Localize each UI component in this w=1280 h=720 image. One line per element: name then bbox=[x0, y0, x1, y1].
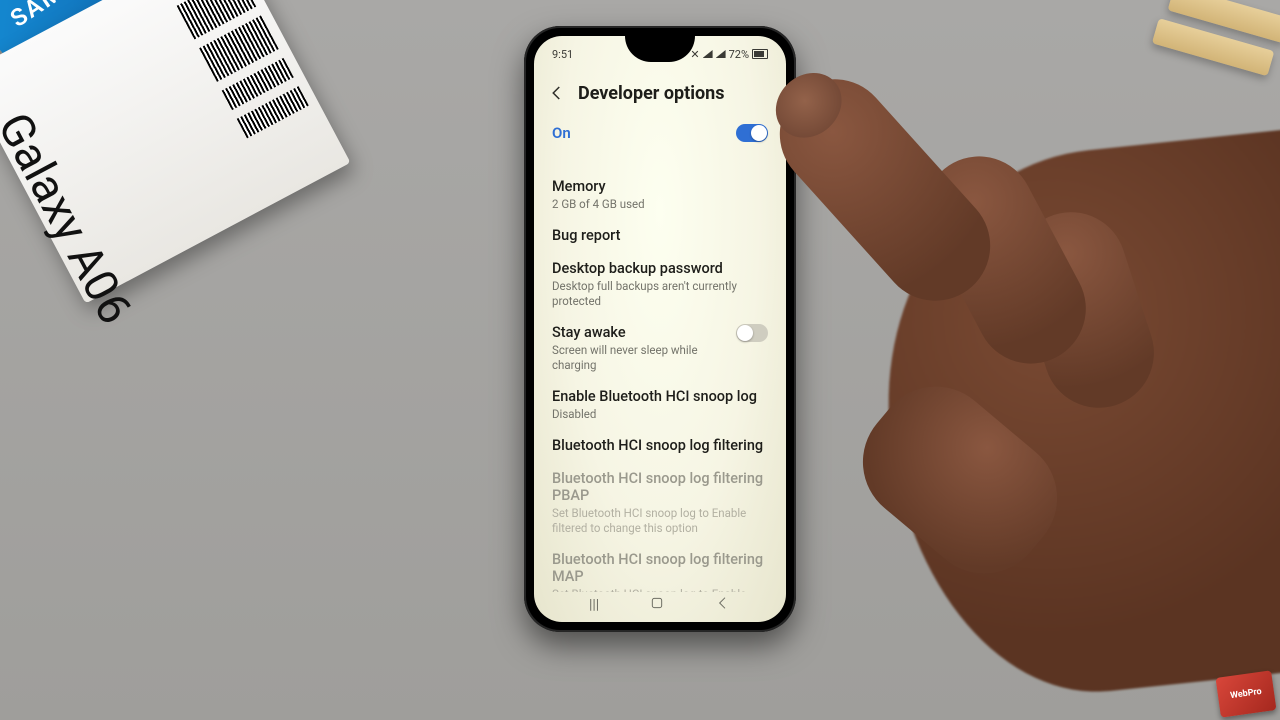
recent-apps-button[interactable]: ||| bbox=[589, 597, 599, 613]
channel-watermark: WebPro bbox=[1215, 670, 1276, 717]
chevron-left-icon bbox=[548, 84, 566, 102]
battery-text: 72% bbox=[729, 48, 749, 61]
nav-back-button[interactable] bbox=[715, 595, 731, 615]
bt-snoop-filter-row[interactable]: Bluetooth HCI snoop log filtering bbox=[534, 429, 786, 462]
phone-frame: 9:51 ✕ 72% Developer options On bbox=[524, 26, 796, 632]
bug-report-row[interactable]: Bug report bbox=[534, 219, 786, 252]
square-icon bbox=[649, 595, 665, 611]
clock-text: 9:51 bbox=[552, 48, 573, 61]
master-toggle[interactable] bbox=[736, 124, 768, 142]
box-model-text: Galaxy A06 bbox=[0, 104, 142, 333]
row-label: Bluetooth HCI snoop log filtering PBAP bbox=[552, 470, 768, 504]
master-toggle-label: On bbox=[552, 124, 571, 142]
phone-screen[interactable]: 9:51 ✕ 72% Developer options On bbox=[534, 36, 786, 622]
bt-snoop-map-row: Bluetooth HCI snoop log filtering MAP Se… bbox=[534, 543, 786, 592]
row-label: Enable Bluetooth HCI snoop log bbox=[552, 388, 768, 405]
photo-scene: SAMSUNG Galaxy A06 9:51 ✕ 72% bbox=[0, 0, 1280, 720]
wifi-icon bbox=[703, 50, 713, 58]
battery-icon bbox=[752, 49, 768, 59]
row-label: Bluetooth HCI snoop log filtering bbox=[552, 437, 768, 454]
finger bbox=[1002, 198, 1168, 422]
wooden-clamp-prop bbox=[1138, 0, 1280, 117]
bt-snoop-row[interactable]: Enable Bluetooth HCI snoop log Disabled bbox=[534, 380, 786, 429]
palm bbox=[863, 129, 1280, 711]
home-button[interactable] bbox=[649, 595, 665, 615]
mute-icon: ✕ bbox=[690, 48, 699, 61]
section-gap bbox=[534, 156, 786, 170]
page-title: Developer options bbox=[578, 83, 725, 104]
status-icons: ✕ 72% bbox=[690, 48, 768, 61]
row-sub: Disabled bbox=[552, 407, 768, 421]
box-side: SAMSUNG Galaxy A06 bbox=[0, 0, 351, 303]
product-box: SAMSUNG Galaxy A06 bbox=[0, 0, 405, 358]
row-sub: 2 GB of 4 GB used bbox=[552, 197, 768, 211]
bt-snoop-pbap-row: Bluetooth HCI snoop log filtering PBAP S… bbox=[534, 462, 786, 543]
row-label: Bug report bbox=[552, 227, 768, 244]
toggle-knob bbox=[751, 125, 767, 141]
thumb bbox=[838, 362, 1081, 598]
signal-icon bbox=[716, 50, 726, 58]
app-header: Developer options bbox=[534, 72, 786, 114]
row-label: Bluetooth HCI snoop log filtering MAP bbox=[552, 551, 768, 585]
back-button[interactable] bbox=[548, 84, 566, 102]
desktop-backup-row[interactable]: Desktop backup password Desktop full bac… bbox=[534, 252, 786, 316]
system-navbar: ||| bbox=[534, 592, 786, 618]
stay-awake-row[interactable]: Stay awake Screen will never sleep while… bbox=[534, 316, 786, 380]
finger bbox=[905, 137, 1105, 383]
chevron-left-icon bbox=[715, 595, 731, 611]
row-sub: Screen will never sleep while charging bbox=[552, 343, 726, 372]
settings-list[interactable]: On Memory 2 GB of 4 GB used Bug report D… bbox=[534, 114, 786, 592]
master-toggle-row[interactable]: On bbox=[534, 114, 786, 156]
toggle-knob bbox=[737, 325, 753, 341]
box-barcodes bbox=[177, 0, 333, 183]
stay-awake-toggle[interactable] bbox=[736, 324, 768, 342]
row-label: Stay awake bbox=[552, 324, 726, 341]
row-sub: Set Bluetooth HCI snoop log to Enable fi… bbox=[552, 506, 768, 535]
row-label: Desktop backup password bbox=[552, 260, 768, 277]
row-sub: Desktop full backups aren't currently pr… bbox=[552, 279, 768, 308]
row-label: Memory bbox=[552, 178, 768, 195]
memory-row[interactable]: Memory 2 GB of 4 GB used bbox=[534, 170, 786, 219]
